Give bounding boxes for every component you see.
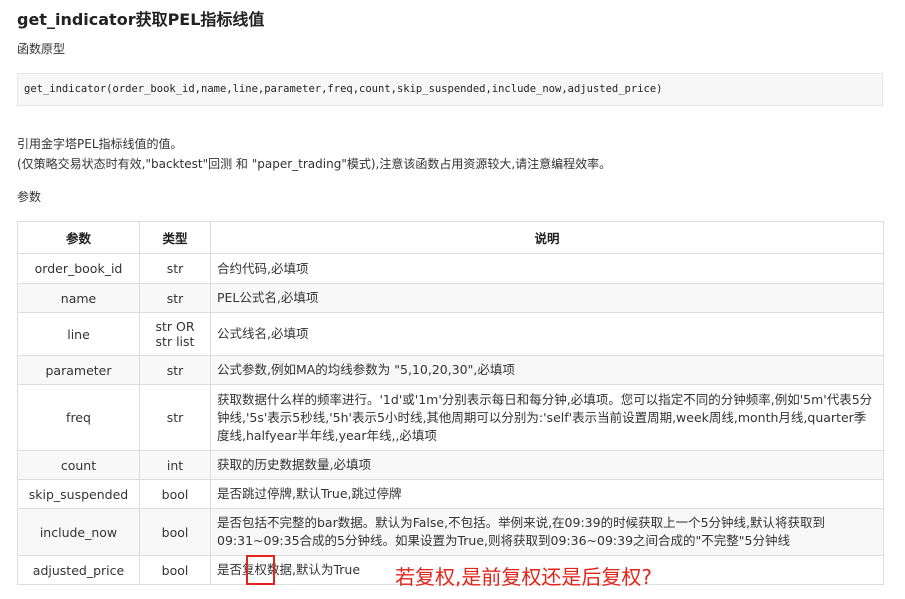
param-cell: skip_suspended bbox=[17, 479, 140, 509]
annotation-highlight-box bbox=[246, 555, 275, 585]
type-cell: str bbox=[139, 253, 211, 284]
description-line-2: (仅策略交易状态时有效,"backtest"回测 和 "paper_tradin… bbox=[17, 157, 612, 171]
table-row: include_now bool 是否包括不完整的bar数据。默认为False,… bbox=[17, 508, 884, 556]
param-cell: freq bbox=[17, 384, 140, 451]
desc-cell: 合约代码,必填项 bbox=[210, 253, 884, 284]
param-cell: adjusted_price bbox=[17, 555, 140, 585]
desc-cell: 公式线名,必填项 bbox=[210, 312, 884, 356]
code-block: get_indicator(order_book_id,name,line,pa… bbox=[17, 73, 883, 106]
params-table: 参数 类型 说明 order_book_id str 合约代码,必填项 name… bbox=[17, 221, 884, 585]
desc-cell: PEL公式名,必填项 bbox=[210, 283, 884, 313]
param-cell: line bbox=[17, 312, 140, 356]
annotation-question: 若复权,是前复权还是后复权? bbox=[395, 565, 652, 589]
header-type: 类型 bbox=[139, 221, 211, 254]
type-cell: bool bbox=[139, 508, 211, 556]
page-title: get_indicator获取PEL指标线值 bbox=[17, 10, 265, 29]
table-row: count int 获取的历史数据数量,必填项 bbox=[17, 450, 884, 480]
type-cell: str bbox=[139, 384, 211, 451]
section-params-label: 参数 bbox=[17, 190, 42, 204]
table-row: line str OR str list 公式线名,必填项 bbox=[17, 312, 884, 356]
type-cell: bool bbox=[139, 479, 211, 509]
desc-cell: 是否包括不完整的bar数据。默认为False,不包括。举例来说,在09:39的时… bbox=[210, 508, 884, 556]
param-cell: order_book_id bbox=[17, 253, 140, 284]
header-param: 参数 bbox=[17, 221, 140, 254]
type-cell: str bbox=[139, 283, 211, 313]
description-line-1: 引用金字塔PEL指标线值的值。 bbox=[17, 137, 183, 151]
param-cell: parameter bbox=[17, 355, 140, 385]
table-row: parameter str 公式参数,例如MA的均线参数为 "5,10,20,3… bbox=[17, 355, 884, 385]
table-row: freq str 获取数据什么样的频率进行。'1d'或'1m'分别表示每日和每分… bbox=[17, 384, 884, 451]
table-row: skip_suspended bool 是否跳过停牌,默认True,跳过停牌 bbox=[17, 479, 884, 509]
header-desc: 说明 bbox=[210, 221, 884, 254]
desc-cell: 获取数据什么样的频率进行。'1d'或'1m'分别表示每日和每分钟,必填项。您可以… bbox=[210, 384, 884, 451]
param-cell: name bbox=[17, 283, 140, 313]
param-cell: include_now bbox=[17, 508, 140, 556]
type-cell: str bbox=[139, 355, 211, 385]
desc-cell: 是否跳过停牌,默认True,跳过停牌 bbox=[210, 479, 884, 509]
type-line-1: str OR bbox=[155, 319, 195, 334]
desc-cell: 获取的历史数据数量,必填项 bbox=[210, 450, 884, 480]
section-prototype-label: 函数原型 bbox=[17, 42, 66, 56]
type-cell: int bbox=[139, 450, 211, 480]
table-row: order_book_id str 合约代码,必填项 bbox=[17, 253, 884, 284]
type-cell: bool bbox=[139, 555, 211, 585]
table-row: name str PEL公式名,必填项 bbox=[17, 283, 884, 313]
type-line-2: str list bbox=[155, 334, 195, 349]
desc-cell: 公式参数,例如MA的均线参数为 "5,10,20,30",必填项 bbox=[210, 355, 884, 385]
type-cell: str OR str list bbox=[139, 312, 211, 356]
param-cell: count bbox=[17, 450, 140, 480]
table-header-row: 参数 类型 说明 bbox=[17, 221, 884, 254]
